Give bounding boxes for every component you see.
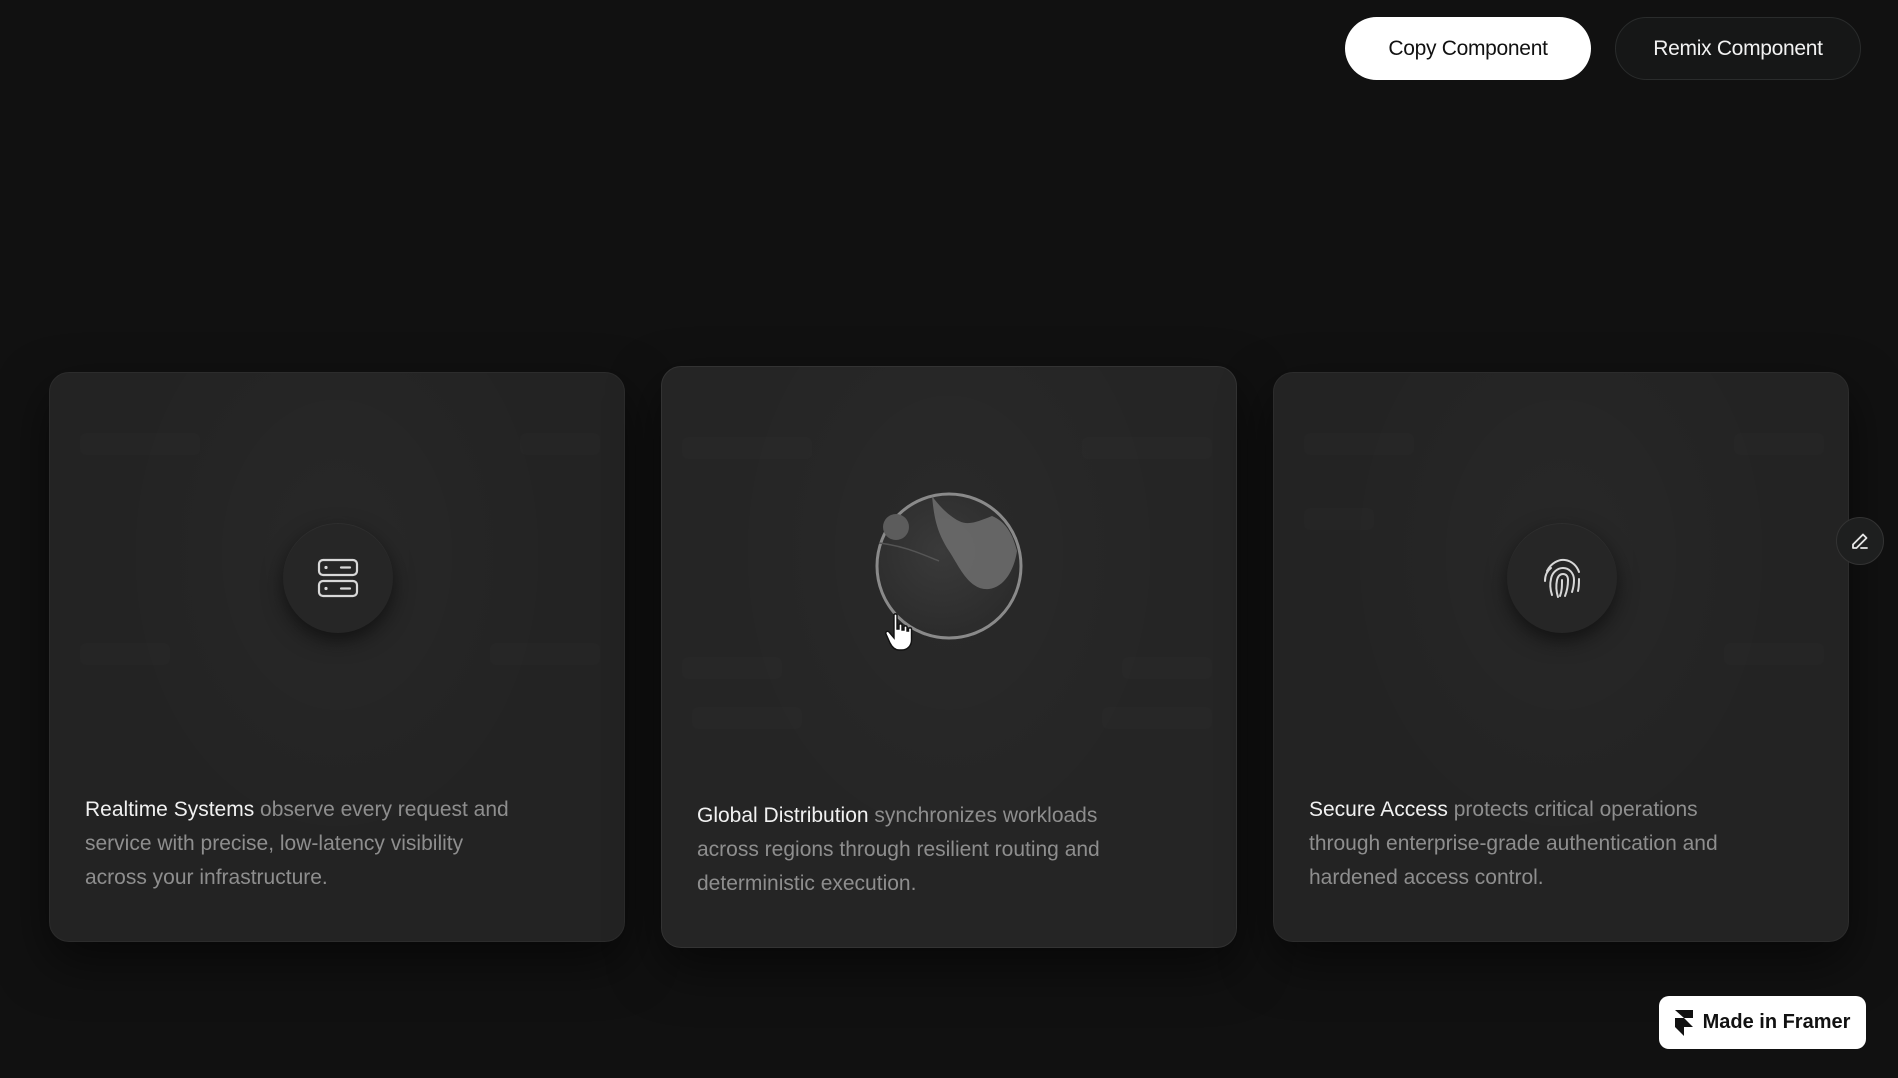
feature-card-realtime[interactable]: Realtime Systems observe every request a… [49, 372, 625, 942]
feature-card-secure[interactable]: Secure Access protects critical operatio… [1273, 372, 1849, 942]
page: Copy Component Remix Component Realtime … [0, 0, 1898, 1078]
feature-card-global[interactable]: Global Distribution synchronizes workloa… [661, 366, 1237, 948]
decorative-bar [80, 433, 200, 455]
framer-logo-icon [1674, 1009, 1693, 1036]
decorative-bar [1122, 657, 1212, 679]
fingerprint-icon [1544, 558, 1580, 598]
decorative-bar [80, 643, 170, 665]
decorative-bar [692, 707, 802, 729]
card-title: Realtime Systems [85, 798, 255, 821]
decorative-bar [1724, 643, 1824, 665]
edit-button[interactable] [1836, 517, 1884, 565]
decorative-bar [1304, 433, 1414, 455]
card-title: Global Distribution [697, 804, 869, 827]
pencil-icon [1852, 533, 1868, 549]
decorative-bar [682, 437, 812, 459]
icon-badge [1507, 523, 1617, 633]
decorative-bar [520, 433, 600, 455]
made-in-framer-badge[interactable]: Made in Framer [1659, 996, 1866, 1049]
decorative-bar [1734, 433, 1824, 455]
hand-cursor-icon [885, 613, 913, 651]
icon-badge [283, 523, 393, 633]
decorative-bar [1304, 508, 1374, 530]
card-description: Realtime Systems observe every request a… [85, 793, 515, 895]
card-description: Global Distribution synchronizes workloa… [697, 799, 1127, 901]
top-actions: Copy Component Remix Component [1345, 17, 1861, 80]
server-icon [317, 558, 359, 598]
decorative-bar [682, 657, 782, 679]
decorative-bar [1102, 707, 1212, 729]
copy-component-button[interactable]: Copy Component [1345, 17, 1591, 80]
card-description: Secure Access protects critical operatio… [1309, 793, 1739, 895]
badge-label: Made in Framer [1702, 1011, 1851, 1033]
decorative-bar [1082, 437, 1212, 459]
decorative-bar [490, 643, 600, 665]
remix-component-button[interactable]: Remix Component [1615, 17, 1861, 80]
card-title: Secure Access [1309, 798, 1448, 821]
